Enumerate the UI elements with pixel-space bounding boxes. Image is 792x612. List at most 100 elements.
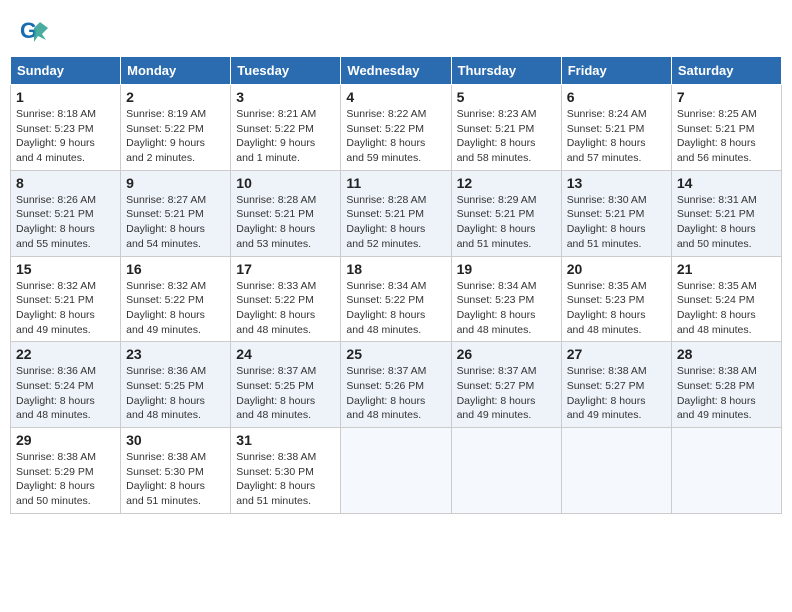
day-info: Sunrise: 8:28 AMSunset: 5:21 PMDaylight:…	[346, 193, 445, 252]
calendar-cell: 5 Sunrise: 8:23 AMSunset: 5:21 PMDaylight…	[451, 85, 561, 171]
day-number: 15	[16, 261, 115, 277]
calendar-header-row: SundayMondayTuesdayWednesdayThursdayFrid…	[11, 57, 782, 85]
calendar-cell: 23 Sunrise: 8:36 AMSunset: 5:25 PMDayligh…	[121, 342, 231, 428]
calendar-cell: 6 Sunrise: 8:24 AMSunset: 5:21 PMDaylight…	[561, 85, 671, 171]
calendar-cell: 2Sunrise: 8:19 AMSunset: 5:22 PMDaylight…	[121, 85, 231, 171]
day-number: 10	[236, 175, 335, 191]
calendar-cell: 13 Sunrise: 8:30 AMSunset: 5:21 PMDayligh…	[561, 170, 671, 256]
day-info: Sunrise: 8:24 AMSunset: 5:21 PMDaylight:…	[567, 107, 666, 166]
calendar-cell	[671, 428, 781, 514]
day-number: 3	[236, 89, 335, 105]
day-number: 25	[346, 346, 445, 362]
day-info: Sunrise: 8:38 AMSunset: 5:30 PMDaylight:…	[236, 450, 335, 509]
day-info: Sunrise: 8:32 AMSunset: 5:21 PMDaylight:…	[16, 279, 115, 338]
day-number: 19	[457, 261, 556, 277]
calendar-week-row: 1Sunrise: 8:18 AMSunset: 5:23 PMDaylight…	[11, 85, 782, 171]
calendar-cell: 19 Sunrise: 8:34 AMSunset: 5:23 PMDayligh…	[451, 256, 561, 342]
logo-icon: G	[20, 18, 48, 46]
calendar-cell: 22 Sunrise: 8:36 AMSunset: 5:24 PMDayligh…	[11, 342, 121, 428]
calendar-cell: 8 Sunrise: 8:26 AMSunset: 5:21 PMDaylight…	[11, 170, 121, 256]
calendar-day-header: Thursday	[451, 57, 561, 85]
day-number: 23	[126, 346, 225, 362]
day-number: 12	[457, 175, 556, 191]
calendar-day-header: Sunday	[11, 57, 121, 85]
calendar-cell: 11Sunrise: 8:28 AMSunset: 5:21 PMDayligh…	[341, 170, 451, 256]
day-info: Sunrise: 8:33 AMSunset: 5:22 PMDaylight:…	[236, 279, 335, 338]
day-number: 7	[677, 89, 776, 105]
day-info: Sunrise: 8:37 AMSunset: 5:26 PMDaylight:…	[346, 364, 445, 423]
day-info: Sunrise: 8:34 AMSunset: 5:23 PMDaylight:…	[457, 279, 556, 338]
day-info: Sunrise: 8:26 AMSunset: 5:21 PMDaylight:…	[16, 193, 115, 252]
calendar-week-row: 22 Sunrise: 8:36 AMSunset: 5:24 PMDayligh…	[11, 342, 782, 428]
page-header: G	[10, 10, 782, 50]
calendar-cell: 16 Sunrise: 8:32 AMSunset: 5:22 PMDayligh…	[121, 256, 231, 342]
day-info: Sunrise: 8:37 AMSunset: 5:25 PMDaylight:…	[236, 364, 335, 423]
day-number: 29	[16, 432, 115, 448]
day-info: Sunrise: 8:31 AMSunset: 5:21 PMDaylight:…	[677, 193, 776, 252]
calendar-day-header: Tuesday	[231, 57, 341, 85]
day-number: 28	[677, 346, 776, 362]
day-number: 9	[126, 175, 225, 191]
day-info: Sunrise: 8:27 AMSunset: 5:21 PMDaylight:…	[126, 193, 225, 252]
day-number: 8	[16, 175, 115, 191]
day-info: Sunrise: 8:25 AMSunset: 5:21 PMDaylight:…	[677, 107, 776, 166]
day-info: Sunrise: 8:38 AMSunset: 5:28 PMDaylight:…	[677, 364, 776, 423]
calendar-cell: 18 Sunrise: 8:34 AMSunset: 5:22 PMDayligh…	[341, 256, 451, 342]
calendar-table: SundayMondayTuesdayWednesdayThursdayFrid…	[10, 56, 782, 514]
day-number: 24	[236, 346, 335, 362]
calendar-cell: 24 Sunrise: 8:37 AMSunset: 5:25 PMDayligh…	[231, 342, 341, 428]
day-number: 13	[567, 175, 666, 191]
calendar-cell: 21 Sunrise: 8:35 AMSunset: 5:24 PMDayligh…	[671, 256, 781, 342]
calendar-cell: 12 Sunrise: 8:29 AMSunset: 5:21 PMDayligh…	[451, 170, 561, 256]
calendar-cell: 30Sunrise: 8:38 AMSunset: 5:30 PMDayligh…	[121, 428, 231, 514]
day-info: Sunrise: 8:34 AMSunset: 5:22 PMDaylight:…	[346, 279, 445, 338]
calendar-cell: 31 Sunrise: 8:38 AMSunset: 5:30 PMDayligh…	[231, 428, 341, 514]
day-info: Sunrise: 8:38 AMSunset: 5:29 PMDaylight:…	[16, 450, 115, 509]
day-number: 6	[567, 89, 666, 105]
day-number: 5	[457, 89, 556, 105]
calendar-week-row: 15 Sunrise: 8:32 AMSunset: 5:21 PMDayligh…	[11, 256, 782, 342]
calendar-cell: 25 Sunrise: 8:37 AMSunset: 5:26 PMDayligh…	[341, 342, 451, 428]
calendar-cell	[451, 428, 561, 514]
calendar-cell	[341, 428, 451, 514]
day-number: 17	[236, 261, 335, 277]
day-number: 2	[126, 89, 225, 105]
day-number: 18	[346, 261, 445, 277]
calendar-day-header: Wednesday	[341, 57, 451, 85]
calendar-day-header: Monday	[121, 57, 231, 85]
day-info: Sunrise: 8:32 AMSunset: 5:22 PMDaylight:…	[126, 279, 225, 338]
day-number: 1	[16, 89, 115, 105]
day-number: 14	[677, 175, 776, 191]
calendar-cell: 9 Sunrise: 8:27 AMSunset: 5:21 PMDaylight…	[121, 170, 231, 256]
calendar-week-row: 8 Sunrise: 8:26 AMSunset: 5:21 PMDaylight…	[11, 170, 782, 256]
calendar-cell: 28 Sunrise: 8:38 AMSunset: 5:28 PMDayligh…	[671, 342, 781, 428]
calendar-cell	[561, 428, 671, 514]
calendar-day-header: Friday	[561, 57, 671, 85]
day-info: Sunrise: 8:35 AMSunset: 5:23 PMDaylight:…	[567, 279, 666, 338]
day-number: 27	[567, 346, 666, 362]
calendar-cell: 17 Sunrise: 8:33 AMSunset: 5:22 PMDayligh…	[231, 256, 341, 342]
day-info: Sunrise: 8:23 AMSunset: 5:21 PMDaylight:…	[457, 107, 556, 166]
logo: G	[20, 18, 52, 46]
day-info: Sunrise: 8:28 AMSunset: 5:21 PMDaylight:…	[236, 193, 335, 252]
day-info: Sunrise: 8:38 AMSunset: 5:27 PMDaylight:…	[567, 364, 666, 423]
day-info: Sunrise: 8:29 AMSunset: 5:21 PMDaylight:…	[457, 193, 556, 252]
day-number: 31	[236, 432, 335, 448]
calendar-cell: 27 Sunrise: 8:38 AMSunset: 5:27 PMDayligh…	[561, 342, 671, 428]
calendar-cell: 7 Sunrise: 8:25 AMSunset: 5:21 PMDaylight…	[671, 85, 781, 171]
day-number: 4	[346, 89, 445, 105]
calendar-cell: 20Sunrise: 8:35 AMSunset: 5:23 PMDayligh…	[561, 256, 671, 342]
calendar-cell: 15 Sunrise: 8:32 AMSunset: 5:21 PMDayligh…	[11, 256, 121, 342]
calendar-cell: 10 Sunrise: 8:28 AMSunset: 5:21 PMDayligh…	[231, 170, 341, 256]
day-number: 16	[126, 261, 225, 277]
day-number: 21	[677, 261, 776, 277]
day-info: Sunrise: 8:36 AMSunset: 5:25 PMDaylight:…	[126, 364, 225, 423]
day-number: 22	[16, 346, 115, 362]
calendar-day-header: Saturday	[671, 57, 781, 85]
day-info: Sunrise: 8:30 AMSunset: 5:21 PMDaylight:…	[567, 193, 666, 252]
day-info: Sunrise: 8:22 AMSunset: 5:22 PMDaylight:…	[346, 107, 445, 166]
day-info: Sunrise: 8:35 AMSunset: 5:24 PMDaylight:…	[677, 279, 776, 338]
day-number: 30	[126, 432, 225, 448]
day-info: Sunrise: 8:36 AMSunset: 5:24 PMDaylight:…	[16, 364, 115, 423]
calendar-cell: 4 Sunrise: 8:22 AMSunset: 5:22 PMDaylight…	[341, 85, 451, 171]
